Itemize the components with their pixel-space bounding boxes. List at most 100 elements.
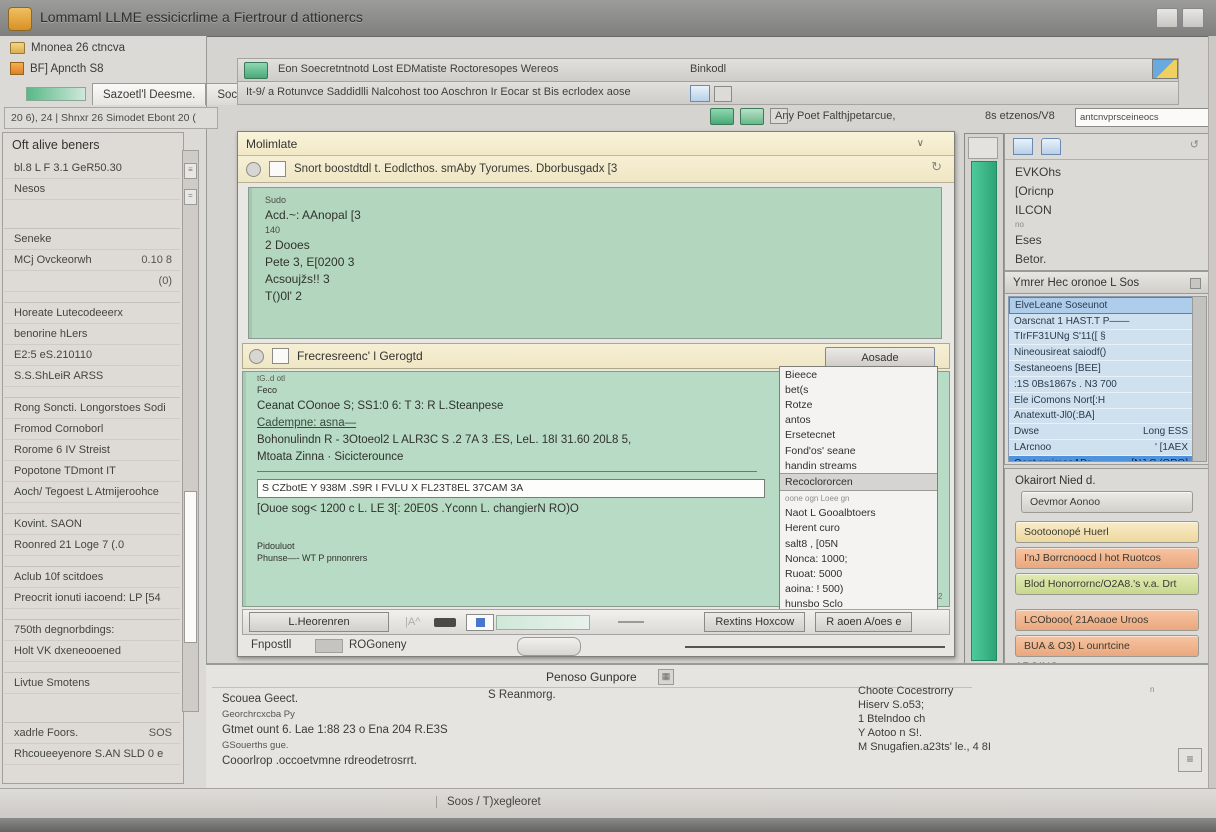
property-row[interactable]: (0) [4, 271, 180, 292]
property-row[interactable]: Popotone TDmont IT [4, 461, 180, 482]
property-row[interactable]: Rhcoueeyenore S.AN SLD 0 e [4, 744, 180, 765]
action-button[interactable]: Blod Honorrornc/O2A8.'s v.a. Drt [1015, 573, 1199, 595]
maximize-button[interactable] [1182, 8, 1204, 28]
tree-item[interactable]: Mnonea 26 ctncva [10, 42, 125, 54]
property-row[interactable]: Rorome 6 IV Streist [4, 440, 180, 461]
help-button[interactable]: L.Heorenren [249, 612, 389, 632]
dialog-text-input[interactable] [257, 479, 765, 498]
scrollbar-thumb[interactable] [184, 491, 197, 643]
list-item[interactable]: Sestaneoens [BEE] [1009, 361, 1193, 377]
list-item[interactable]: Fond'os' seane [780, 443, 937, 458]
list-item[interactable]: Ruoat: 5000 [780, 566, 937, 581]
toolbar-row1-right[interactable]: Binkodl [690, 63, 726, 75]
menu-icon[interactable]: ≡ [1178, 748, 1202, 772]
screen-icon[interactable] [710, 108, 734, 125]
pager-row[interactable]: 20 6), 24 | Shnxr 26 Simodet Ebont 20 ( [4, 107, 218, 129]
action-button[interactable]: LCObooo( 21Aoaoe Uroos [1015, 609, 1199, 631]
list-item[interactable]: Betor. [1005, 249, 1209, 268]
list-item[interactable]: no [1005, 219, 1209, 230]
list-item[interactable]: Oont smimooADr. [NJ C (ORO] [1009, 456, 1193, 462]
list-item[interactable]: Ele iComons Nort[:H [1009, 393, 1193, 409]
property-row[interactable]: Kovint. SAON [4, 513, 180, 535]
list-item[interactable]: handin streams [780, 458, 937, 473]
footer-right-label[interactable]: ROGoneny [349, 639, 407, 651]
property-row[interactable]: Horeate Lutecodeeerx [4, 302, 180, 324]
radio-icon[interactable] [249, 349, 264, 364]
apply-button[interactable]: Aosade [825, 347, 935, 368]
list-item[interactable]: Recoclororcen [780, 473, 937, 490]
sources-header[interactable]: Ymrer Hec oronoe L Sos [1005, 272, 1209, 294]
property-row[interactable]: Holt VK dxeneooened [4, 641, 180, 662]
list-item[interactable]: salt8 , [05N [780, 536, 937, 551]
list-item[interactable]: antos [780, 413, 937, 428]
panel-menu-icon[interactable] [1190, 278, 1201, 289]
list-item[interactable]: ElveLeane Soseunot [1009, 297, 1193, 314]
list-item[interactable]: [Oricnp [1005, 181, 1209, 200]
property-row[interactable]: Preocrit ionuti iacoend: LP [54 [4, 588, 180, 609]
clipboard-icon[interactable] [714, 86, 732, 102]
action-button[interactable]: Sootoonopé Huerl [1015, 521, 1199, 543]
pin-icon[interactable]: ▦ [658, 669, 674, 685]
property-row[interactable]: E2:5 eS.210110 [4, 345, 180, 366]
list-item[interactable]: aoina: ! 500) [780, 582, 937, 597]
scroll-icon[interactable]: = [184, 189, 197, 205]
window-split-icon[interactable] [690, 85, 710, 102]
property-row[interactable]: MCj Ovckeorwh 0.10 8 [4, 250, 180, 271]
reset-axes-button[interactable]: R aoen A/oes e [815, 612, 912, 632]
grid-icon[interactable] [1013, 138, 1033, 155]
list-item[interactable]: oone ogn Loee gn [780, 491, 937, 506]
refresh-icon[interactable]: ↻ [931, 159, 942, 175]
chevron-down-icon[interactable]: ∨ [917, 138, 924, 149]
strip-header-icon[interactable] [968, 137, 998, 159]
minus-icon[interactable] [434, 618, 456, 627]
tab-model[interactable]: Sazoetl'l Deesme. [92, 83, 206, 105]
action-button[interactable]: BUA & O3) L ounrtcine [1015, 635, 1199, 657]
palette-icon[interactable] [1152, 59, 1178, 79]
left-scrollbar[interactable]: ≡ = [182, 150, 199, 712]
property-row[interactable]: Aclub 10f scitdoes [4, 566, 180, 588]
property-row[interactable]: Roonred 21 Loge 7 (.0 [4, 535, 180, 556]
property-row[interactable]: Nesos [4, 179, 180, 200]
dropdown-control[interactable] [517, 637, 581, 656]
radio-icon[interactable] [246, 162, 261, 177]
list-item[interactable]: :1S 0Bs1867s . N3 700 [1009, 377, 1193, 393]
list-item[interactable]: Naot L Gooalbtoers [780, 506, 937, 521]
list-item[interactable]: Dwse Long ESS [1009, 424, 1193, 440]
monitor-icon[interactable] [244, 62, 268, 79]
sources-scrollbar[interactable] [1192, 296, 1207, 462]
property-row[interactable]: bl.8 L F 3.1 GeR50.30 [4, 158, 180, 179]
list-item[interactable]: LArcnoo ' [1AEX [1009, 440, 1193, 456]
list-item[interactable]: Oarscnat 1 HAST.T P—— [1009, 314, 1193, 330]
search-input[interactable] [1075, 108, 1213, 127]
list-item[interactable]: Bieece [780, 367, 937, 382]
refresh-icon[interactable]: ↺ [1190, 138, 1199, 151]
action-button[interactable]: Oevmor Aonoo [1021, 491, 1193, 513]
property-row[interactable]: Livtue Smotens [4, 672, 180, 694]
scroll-icon[interactable]: ≡ [184, 163, 197, 179]
list-item[interactable]: Rotze [780, 397, 937, 412]
list-item[interactable]: Nineousireat saiodf() [1009, 345, 1193, 361]
list-item[interactable]: EVKOhs [1005, 162, 1209, 181]
property-row[interactable]: xadrle Foors. SOS [4, 722, 180, 744]
property-row[interactable]: Fromod Cornoborl [4, 419, 180, 440]
property-row[interactable]: Rong Soncti. Longorstoes Sodi [4, 397, 180, 419]
property-row[interactable]: 750th degnorbdings: [4, 619, 180, 641]
property-row[interactable]: S.S.ShLeiR ARSS [4, 366, 180, 387]
property-row[interactable]: Aoch/ Tegoest L Atmijeroohce [4, 482, 180, 503]
minimize-button[interactable] [1156, 8, 1178, 28]
list-item[interactable]: Nonca: 1000; [780, 551, 937, 566]
property-row[interactable]: Seneke [4, 228, 180, 250]
footer-left-label[interactable]: Fnpostll [251, 639, 291, 651]
tree-item[interactable]: BF] Apncth S8 [10, 62, 104, 75]
list-item[interactable]: Anatexutt-Jl0(:BA] [1009, 409, 1193, 425]
restore-button[interactable]: Rextins Hoxcow [704, 612, 805, 632]
action-button[interactable]: I'nJ Borrcnoocd l hot Ruotcos [1015, 547, 1199, 569]
list-item[interactable]: bet(s [780, 382, 937, 397]
list-item[interactable]: TIrFF31UNg S'11([ § [1009, 330, 1193, 346]
list-item[interactable]: Eses [1005, 230, 1209, 249]
list-item[interactable]: Ersetecnet [780, 428, 937, 443]
folder-green-icon[interactable] [740, 108, 764, 125]
file-icon[interactable] [1041, 138, 1061, 155]
list-item[interactable]: Herent curo [780, 521, 937, 536]
list-item[interactable]: ILCON [1005, 200, 1209, 219]
